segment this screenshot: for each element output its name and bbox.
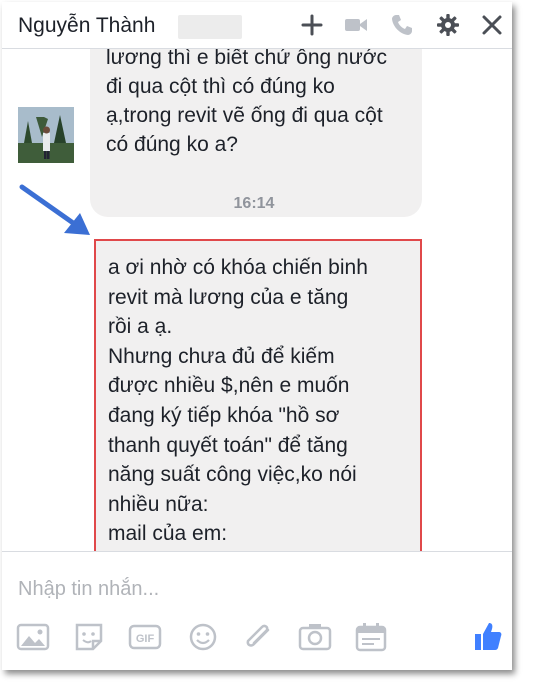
outgoing-message-text: a ơi nhờ có khóa chiến binh revit mà lươ…: [108, 256, 368, 546]
sticker-icon[interactable]: [72, 622, 106, 652]
message-input[interactable]: Nhập tin nhắn...: [18, 578, 159, 601]
contact-avatar[interactable]: [18, 107, 74, 163]
close-icon[interactable]: [480, 13, 504, 37]
incoming-message-text: lương thì e biết chứ ông nước đi qua cột…: [106, 46, 388, 156]
message-composer: Nhập tin nhắn... GIF: [2, 551, 512, 670]
phone-call-icon[interactable]: [390, 13, 414, 37]
message-timestamp: 16:14: [233, 195, 275, 212]
video-call-icon[interactable]: [344, 13, 368, 37]
photo-icon[interactable]: [16, 622, 50, 652]
settings-icon[interactable]: [436, 13, 460, 37]
contact-name[interactable]: Nguyễn Thành: [18, 14, 155, 38]
annotation-arrow-icon: [19, 184, 90, 235]
chat-window: Nguyễn Thành lương thì e biết chứ ông nư…: [2, 2, 512, 670]
attachment-icon[interactable]: [242, 622, 276, 652]
calendar-icon[interactable]: [354, 622, 388, 652]
gif-icon[interactable]: GIF: [128, 622, 162, 652]
camera-icon[interactable]: [298, 622, 332, 652]
chat-header: Nguyễn Thành: [2, 2, 512, 49]
emoji-icon[interactable]: [186, 622, 220, 652]
message-list[interactable]: lương thì e biết chứ ông nước đi qua cột…: [2, 29, 512, 553]
gif-label: GIF: [136, 633, 155, 645]
add-icon[interactable]: [300, 13, 324, 37]
redacted-name-part: [178, 15, 242, 39]
like-icon[interactable]: [472, 620, 502, 652]
highlighted-message-bubble[interactable]: a ơi nhờ có khóa chiến binh revit mà lươ…: [94, 239, 422, 553]
avatar-photo: [18, 107, 74, 163]
incoming-message-bubble[interactable]: lương thì e biết chứ ông nước đi qua cột…: [90, 29, 422, 217]
